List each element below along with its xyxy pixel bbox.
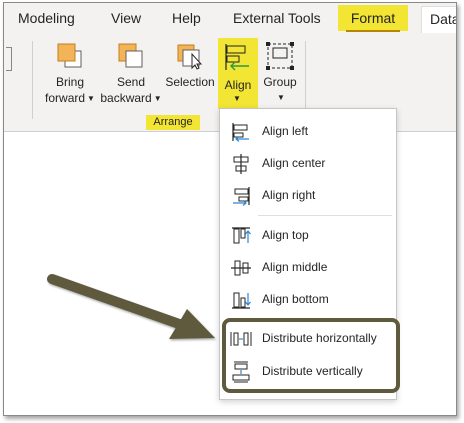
app-window: Modeling View Help External Tools Format…	[3, 2, 457, 416]
callout-arrow-icon	[47, 274, 215, 339]
